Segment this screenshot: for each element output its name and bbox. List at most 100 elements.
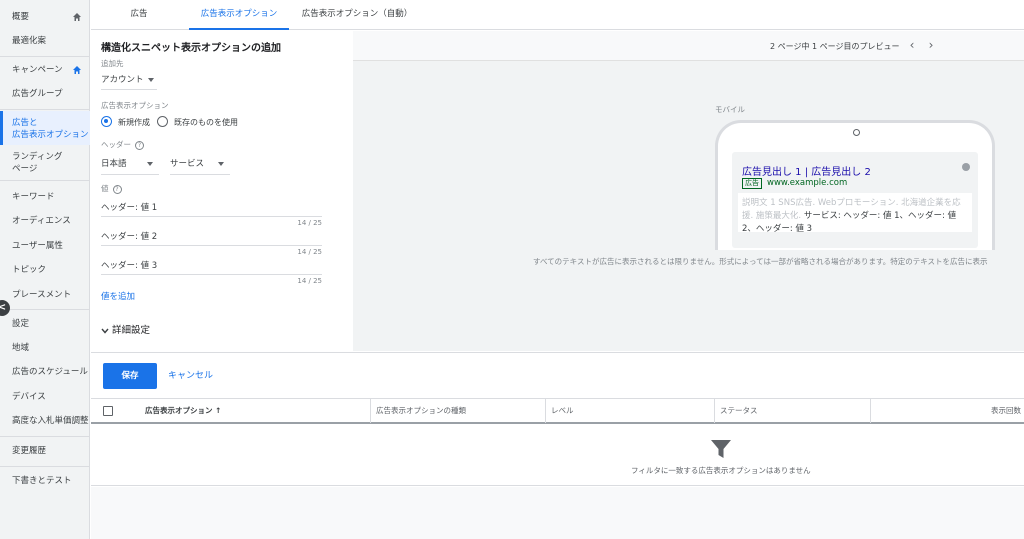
dropdown-underline — [101, 174, 159, 175]
sidebar: 概要 最適化案 キャンペーン 広告グループ 広告と 広告表示オプション ランディ… — [0, 0, 90, 539]
sidebar-divider — [0, 56, 90, 57]
camera-icon — [853, 129, 860, 136]
home-icon — [73, 66, 81, 74]
sidebar-item-label: プレースメント — [12, 290, 72, 300]
sidebar-item-audiences[interactable]: オーディエンス — [0, 215, 90, 227]
sidebar-divider — [0, 109, 90, 110]
value-input-1[interactable]: ヘッダー: 値 1 — [101, 201, 157, 213]
phone-frame: 広告見出し 1 | 広告見出し 2 広告 www.example.com 説明文… — [715, 120, 995, 250]
sidebar-item-placements[interactable]: プレースメント — [0, 289, 90, 301]
prev-page-button[interactable]: ‹ — [905, 37, 919, 53]
mobile-label: モバイル — [715, 105, 745, 114]
add-value-link[interactable]: 値を追加 — [101, 290, 135, 302]
sidebar-item-ads-extensions[interactable]: 広告と 広告表示オプション — [0, 111, 90, 145]
column-header-impressions[interactable]: 表示回数 — [991, 399, 1021, 423]
sidebar-item-label: 最適化案 — [12, 36, 47, 46]
char-counter: 14 / 25 — [297, 248, 322, 256]
tab-ads[interactable]: 広告 — [109, 0, 169, 30]
chevron-down-icon — [101, 328, 109, 334]
page-bottom — [91, 487, 1024, 539]
sidebar-item-landing-pages[interactable]: ランディング ページ — [0, 151, 90, 175]
add-to-dropdown[interactable]: アカウント — [101, 73, 154, 85]
select-all-checkbox[interactable] — [103, 406, 113, 416]
sidebar-item-label: オーディエンス — [12, 216, 71, 226]
sidebar-divider — [0, 309, 90, 310]
column-header-level[interactable]: レベル — [551, 399, 574, 423]
sidebar-item-label: キーワード — [12, 192, 55, 202]
info-icon[interactable] — [962, 163, 970, 171]
column-header-extension[interactable]: 広告表示オプション ↑ — [145, 399, 221, 423]
add-to-label: 追加先 — [101, 59, 124, 68]
sidebar-item-label: ユーザー属性 — [12, 241, 63, 251]
ad-display-url: www.example.com — [767, 178, 848, 188]
sidebar-divider — [0, 466, 90, 467]
sidebar-item-change-history[interactable]: 変更履歴 — [0, 445, 90, 457]
add-to-value: アカウント — [101, 75, 144, 85]
table-header: 広告表示オプション ↑ 広告表示オプションの種類 レベル ステータス 表示回数 — [91, 398, 1024, 424]
language-dropdown[interactable]: 日本語 — [101, 157, 153, 169]
collapse-sidebar-button[interactable]: < — [0, 300, 10, 316]
sidebar-item-campaigns[interactable]: キャンペーン — [0, 64, 90, 76]
sidebar-divider — [0, 180, 90, 181]
advanced-settings-label: 詳細設定 — [112, 325, 151, 336]
home-icon — [73, 13, 81, 21]
tab-automated-extensions[interactable]: 広告表示オプション（自動） — [297, 0, 417, 30]
sidebar-item-overview[interactable]: 概要 — [0, 11, 90, 23]
column-separator — [545, 399, 546, 423]
advanced-settings-toggle[interactable]: 詳細設定 — [101, 322, 150, 336]
ad-badge: 広告 — [742, 178, 762, 189]
value-input-2[interactable]: ヘッダー: 値 2 — [101, 230, 157, 242]
sidebar-divider — [0, 436, 90, 437]
sidebar-item-label: 広告グループ — [12, 89, 63, 99]
radio-new-label: 新規作成 — [118, 118, 150, 127]
radio-existing[interactable] — [157, 116, 168, 127]
cancel-button[interactable]: キャンセル — [168, 363, 213, 389]
input-underline — [101, 216, 322, 217]
sidebar-item-label: 下書きとテスト — [12, 476, 72, 486]
column-separator — [870, 399, 871, 423]
help-icon[interactable]: ? — [135, 140, 144, 150]
column-header-type[interactable]: 広告表示オプションの種類 — [376, 399, 466, 423]
dropdown-underline — [101, 89, 157, 90]
sidebar-item-keywords[interactable]: キーワード — [0, 191, 90, 203]
column-header-status[interactable]: ステータス — [720, 399, 758, 423]
input-underline — [101, 245, 322, 246]
value-input-3[interactable]: ヘッダー: 値 3 — [101, 259, 157, 271]
sidebar-item-ad-groups[interactable]: 広告グループ — [0, 88, 90, 100]
next-page-button[interactable]: › — [924, 37, 938, 53]
input-underline — [101, 274, 322, 275]
table-empty-state: フィルタに一致する広告表示オプションはありません — [91, 424, 1024, 486]
help-icon[interactable]: ? — [112, 184, 122, 194]
sidebar-item-label: 概要 — [12, 12, 30, 22]
sidebar-item-bid-adjustments[interactable]: 高度な入札単価調整 — [0, 415, 90, 427]
column-separator — [370, 399, 371, 423]
sidebar-item-label: 広告と 広告表示オプション — [12, 118, 89, 140]
tab-bar: 広告 広告表示オプション 広告表示オプション（自動） — [91, 0, 1024, 30]
sidebar-item-drafts-experiments[interactable]: 下書きとテスト — [0, 475, 90, 487]
preview-pager: 2 ページ中 1 ページ目のプレビュー ‹ › — [353, 31, 1024, 61]
sidebar-item-topics[interactable]: トピック — [0, 264, 90, 276]
chevron-down-icon — [146, 161, 153, 166]
save-button[interactable]: 保存 — [103, 363, 157, 389]
header-dropdown[interactable]: サービス — [170, 157, 225, 169]
ad-headline[interactable]: 広告見出し 1 | 広告見出し 2 — [742, 163, 871, 178]
language-value: 日本語 — [101, 159, 127, 169]
sidebar-item-ad-schedule[interactable]: 広告のスケジュール — [0, 366, 90, 378]
sidebar-item-locations[interactable]: 地域 — [0, 342, 90, 354]
sidebar-item-label: 高度な入札単価調整 — [12, 416, 89, 426]
sidebar-item-settings[interactable]: 設定 — [0, 318, 90, 330]
sidebar-item-recommendations[interactable]: 最適化案 — [0, 35, 90, 47]
tab-ad-extensions[interactable]: 広告表示オプション — [189, 0, 289, 30]
sidebar-item-label: 変更履歴 — [12, 446, 47, 456]
sidebar-item-devices[interactable]: デバイス — [0, 391, 90, 403]
preview-disclaimer: すべてのテキストが広告に表示されるとは限りません。形式によっては一部が省略される… — [533, 257, 988, 266]
extension-label: 広告表示オプション — [101, 101, 169, 110]
sidebar-item-label: キャンペーン — [12, 65, 63, 75]
sidebar-item-label: トピック — [12, 265, 47, 275]
sidebar-item-demographics[interactable]: ユーザー属性 — [0, 240, 90, 252]
extension-form: 構造化スニペット表示オプションの追加 追加先 アカウント 広告表示オプション 新… — [91, 31, 353, 351]
sidebar-item-label: 設定 — [12, 319, 30, 329]
header-label: ヘッダー? — [101, 139, 144, 150]
ad-description: 説明文 1 SNS広告. Webプロモーション. 北海道企業を応援. 施策最大化… — [738, 193, 972, 234]
radio-new[interactable] — [101, 116, 112, 127]
